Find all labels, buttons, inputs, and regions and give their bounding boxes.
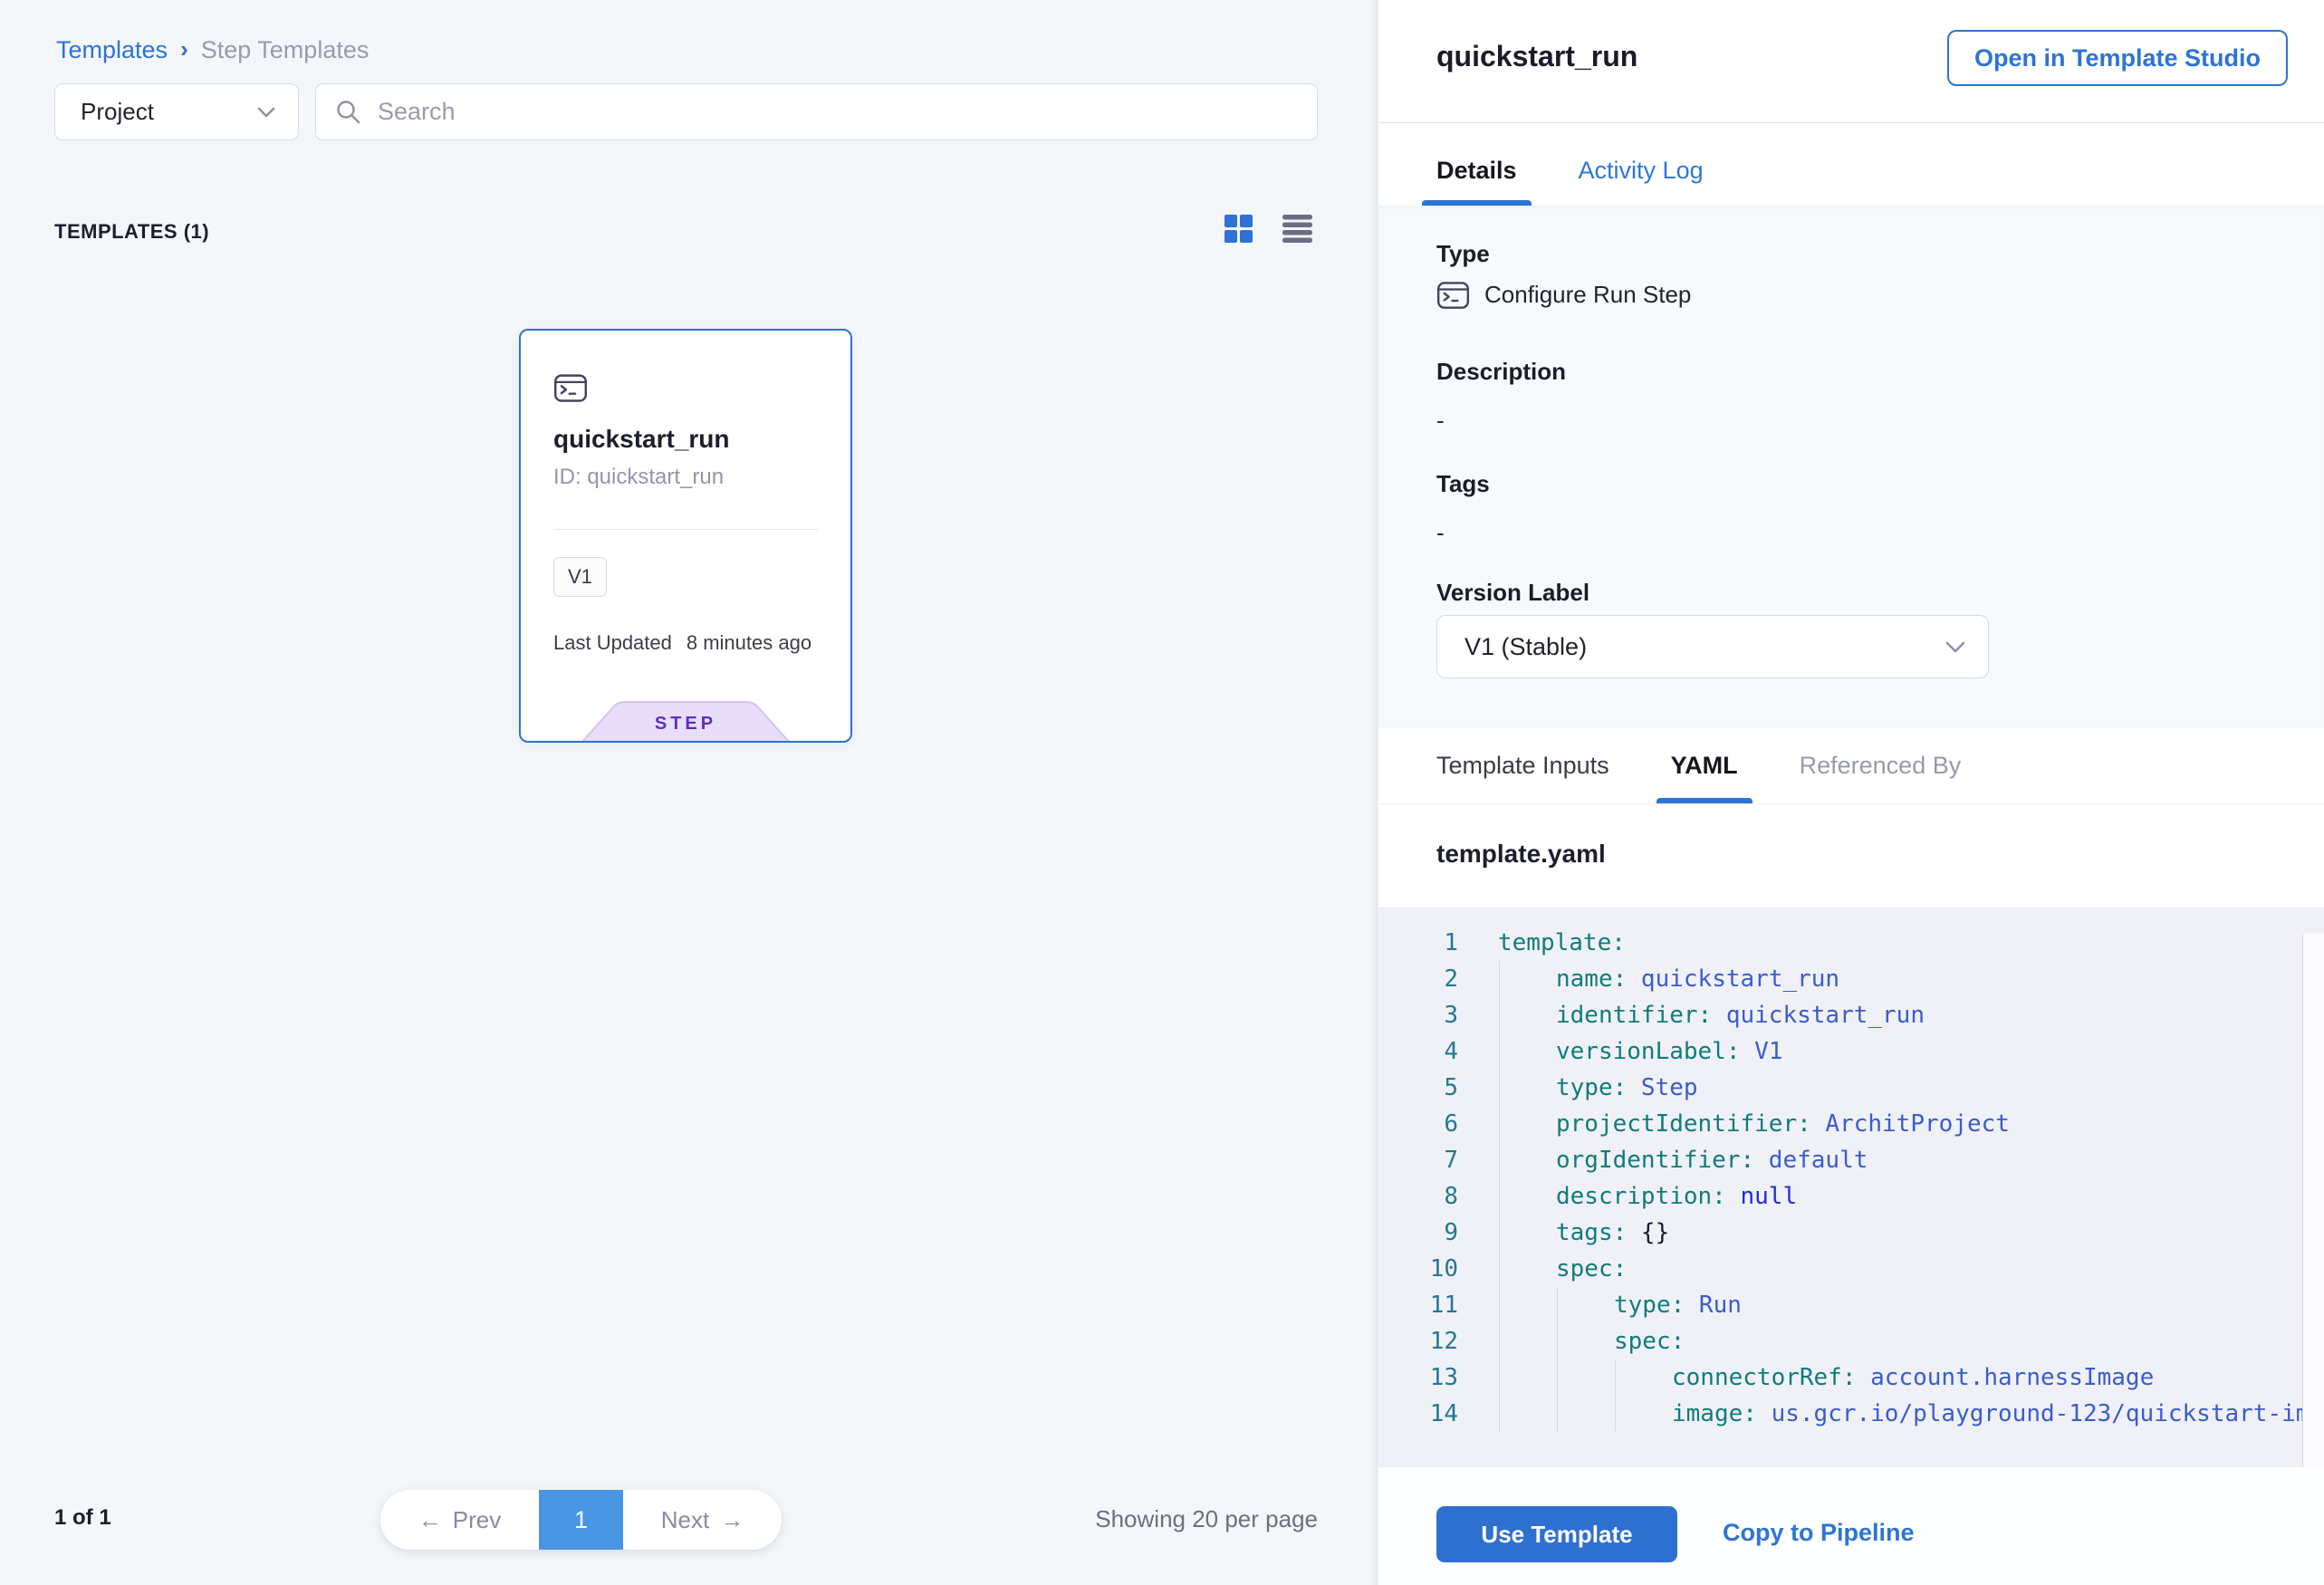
per-page-info: Showing 20 per page <box>1095 1505 1318 1533</box>
step-tag-label: STEP <box>580 714 792 735</box>
use-template-button[interactable]: Use Template <box>1436 1506 1677 1562</box>
template-list-panel: Templates › Step Templates Project TEMPL… <box>0 0 1378 1585</box>
version-dropdown[interactable]: V1 (Stable) <box>1436 615 1989 678</box>
search-input[interactable] <box>378 98 1299 126</box>
arrow-right-icon: → <box>720 1506 744 1534</box>
yaml-code-line: 9tags: {} <box>1378 1215 2324 1251</box>
search-box <box>315 83 1318 140</box>
yaml-code-line: 8description: null <box>1378 1178 2324 1215</box>
yaml-code-line: 12spec: <box>1378 1323 2324 1359</box>
chevron-down-icon <box>1945 640 1966 654</box>
yaml-code-editor: 1template:2name: quickstart_run3identifi… <box>1378 908 2324 1467</box>
yaml-code-line: 6projectIdentifier: ArchitProject <box>1378 1106 2324 1142</box>
yaml-code-line: 5type: Step <box>1378 1070 2324 1106</box>
type-value: Configure Run Step <box>1484 281 1691 309</box>
detail-header: quickstart_run Open in Template Studio <box>1378 0 2324 123</box>
yaml-code-line: 1template: <box>1378 925 2324 961</box>
yaml-section-tabs: Template Inputs YAML Referenced By <box>1378 726 2324 804</box>
tags-value: - <box>1436 519 1445 547</box>
breadcrumb: Templates › Step Templates <box>56 36 369 64</box>
breadcrumb-separator-icon: › <box>180 35 188 63</box>
view-toggles <box>1224 214 1312 244</box>
type-value-row: Configure Run Step <box>1436 278 1691 312</box>
detail-tabs: Details Activity Log <box>1422 136 1718 206</box>
prev-page-button[interactable]: ← Prev <box>380 1490 539 1550</box>
tab-referenced-by[interactable]: Referenced By <box>1785 727 1976 803</box>
yaml-code-line: 10spec: <box>1378 1251 2324 1287</box>
yaml-code-line: 13connectorRef: account.harnessImage <box>1378 1359 2324 1396</box>
terminal-icon <box>553 370 588 405</box>
tab-yaml[interactable]: YAML <box>1657 727 1753 803</box>
template-card[interactable]: quickstart_run ID: quickstart_run V1 Las… <box>519 329 852 743</box>
template-detail-panel: quickstart_run Open in Template Studio D… <box>1378 0 2324 1585</box>
copy-to-pipeline-link[interactable]: Copy to Pipeline <box>1723 1519 1915 1547</box>
details-section: Type Configure Run Step Description - Ta… <box>1378 206 2324 726</box>
description-label: Description <box>1436 358 1566 386</box>
yaml-code-line: 7orgIdentifier: default <box>1378 1142 2324 1178</box>
editor-scrollbar[interactable] <box>2302 934 2324 1467</box>
templates-page: Templates › Step Templates Project TEMPL… <box>0 0 2324 1585</box>
template-card-id: ID: quickstart_run <box>553 465 724 490</box>
yaml-code-line: 3identifier: quickstart_run <box>1378 997 2324 1033</box>
list-view-icon[interactable] <box>1282 215 1312 243</box>
breadcrumb-templates-link[interactable]: Templates <box>56 36 168 64</box>
yaml-code-line: 4versionLabel: V1 <box>1378 1033 2324 1070</box>
version-badge: V1 <box>553 557 607 597</box>
description-value: - <box>1436 407 1445 435</box>
scope-dropdown[interactable]: Project <box>54 83 299 140</box>
tab-template-inputs[interactable]: Template Inputs <box>1422 727 1624 803</box>
last-updated-label: Last Updated <box>553 631 672 655</box>
version-label: Version Label <box>1436 579 1589 607</box>
type-label: Type <box>1436 240 1490 268</box>
breadcrumb-current: Step Templates <box>201 36 370 64</box>
yaml-file-name: template.yaml <box>1436 840 1606 869</box>
tab-details[interactable]: Details <box>1422 136 1532 206</box>
search-icon <box>334 98 363 127</box>
grid-view-icon[interactable] <box>1224 214 1253 244</box>
pagination: ← Prev 1 Next → <box>380 1490 782 1550</box>
last-updated-value: 8 minutes ago <box>687 631 811 655</box>
templates-count-heading: TEMPLATES (1) <box>54 220 209 244</box>
yaml-file-header: template.yaml <box>1378 805 2324 908</box>
card-divider <box>553 529 818 530</box>
arrow-left-icon: ← <box>418 1506 442 1534</box>
template-card-title: quickstart_run <box>553 425 730 454</box>
scope-dropdown-value: Project <box>81 98 154 126</box>
page-summary: 1 of 1 <box>54 1505 111 1531</box>
detail-footer: Use Template Copy to Pipeline <box>1378 1467 2324 1585</box>
tags-label: Tags <box>1436 470 1490 498</box>
detail-title: quickstart_run <box>1436 40 1637 73</box>
tab-activity-log[interactable]: Activity Log <box>1564 136 1718 206</box>
step-type-tag: STEP <box>580 700 792 743</box>
yaml-code-lines: 1template:2name: quickstart_run3identifi… <box>1378 925 2324 1432</box>
terminal-icon <box>1436 278 1470 312</box>
last-updated-row: Last Updated 8 minutes ago <box>553 631 811 655</box>
chevron-down-icon <box>256 106 276 119</box>
open-in-template-studio-button[interactable]: Open in Template Studio <box>1947 30 2288 86</box>
page-1-button[interactable]: 1 <box>539 1490 623 1550</box>
yaml-code-line: 11type: Run <box>1378 1287 2324 1323</box>
yaml-code-line: 2name: quickstart_run <box>1378 961 2324 997</box>
next-page-button[interactable]: Next → <box>623 1490 782 1550</box>
version-dropdown-value: V1 (Stable) <box>1465 633 1587 661</box>
yaml-code-line: 14image: us.gcr.io/playground-123/quicks… <box>1378 1396 2324 1432</box>
